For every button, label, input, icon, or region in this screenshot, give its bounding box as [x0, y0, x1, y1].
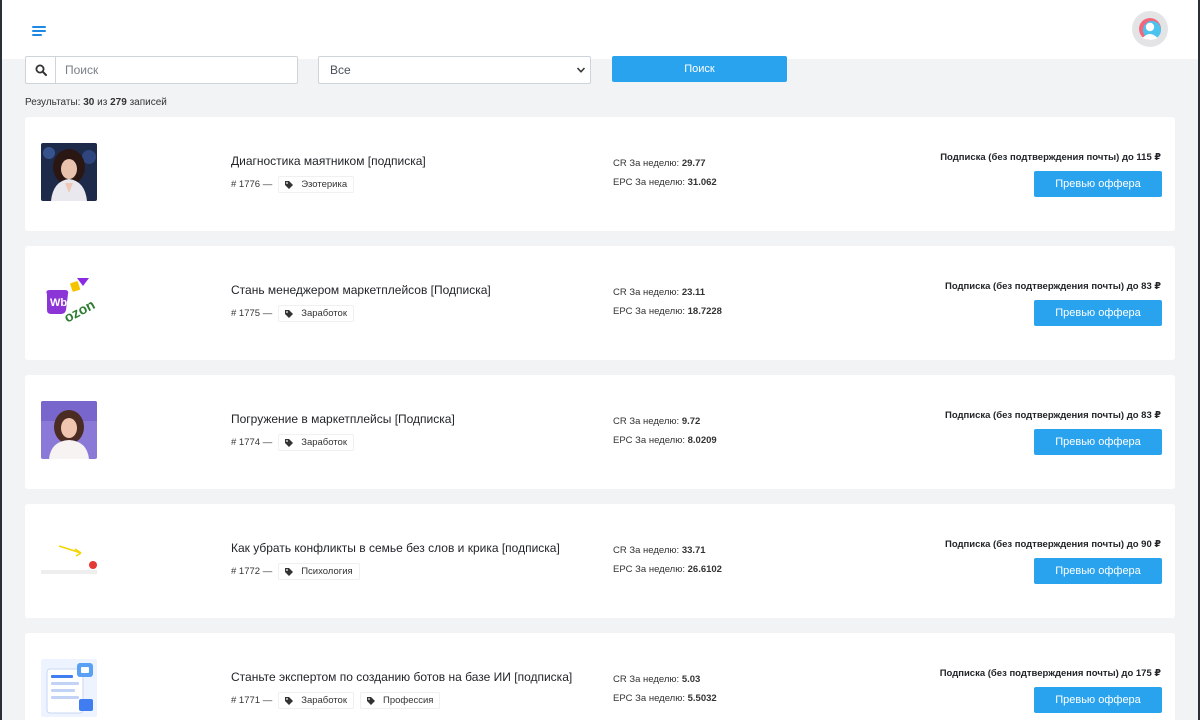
offer-meta: # 1776 — Эзотерика: [231, 176, 355, 193]
preview-offer-button[interactable]: Превью оффера: [1034, 429, 1162, 455]
offer-card: Wb ozon Стань менеджером маркетплейсов […: [25, 246, 1175, 360]
offer-tag[interactable]: Заработок: [278, 305, 354, 322]
cr-stat: CR За неделю: 29.77: [613, 158, 706, 169]
offer-thumbnail: [41, 143, 97, 201]
app-frame: Все Поиск Результаты: 30 из 279 записей …: [2, 0, 1198, 720]
hamburger-menu-icon[interactable]: [32, 24, 48, 38]
offer-meta: # 1772 — Психология: [231, 563, 360, 580]
offer-title[interactable]: Стань менеджером маркетплейсов [Подписка…: [231, 283, 491, 297]
offer-id: # 1776: [231, 179, 261, 190]
offer-thumbnail: [41, 401, 97, 459]
offer-meta: # 1774 — Заработок: [231, 434, 354, 451]
offer-meta: # 1771 — Заработок Профессия: [231, 692, 441, 709]
offer-card: Диагностика маятником [подписка] # 1776 …: [25, 117, 1175, 231]
preview-offer-button[interactable]: Превью оффера: [1034, 171, 1162, 197]
epc-stat: EPC За неделю: 8.0209: [613, 435, 717, 446]
preview-offer-button[interactable]: Превью оффера: [1034, 687, 1162, 713]
offer-meta: # 1775 — Заработок: [231, 305, 354, 322]
preview-offer-button[interactable]: Превью оффера: [1034, 558, 1162, 584]
category-select-value: Все: [330, 63, 351, 77]
category-select[interactable]: Все: [318, 56, 591, 84]
offer-tag[interactable]: Заработок: [278, 434, 354, 451]
payout-text: Подписка (без подтверждения почты) до 83…: [944, 410, 1161, 421]
cr-stat: CR За неделю: 9.72: [613, 416, 701, 427]
search-icon[interactable]: [26, 57, 56, 83]
offer-card: Как убрать конфликты в семье без слов и …: [25, 504, 1175, 618]
tag-icon: [285, 180, 294, 189]
tag-icon: [285, 567, 294, 576]
offer-thumbnail: Wb ozon: [41, 272, 97, 330]
epc-stat: EPC За неделю: 26.6102: [613, 564, 722, 575]
offer-id: # 1774: [231, 437, 261, 448]
user-avatar-icon[interactable]: [1132, 11, 1168, 47]
epc-stat: EPC За неделю: 18.7228: [613, 306, 722, 317]
epc-stat: EPC За неделю: 5.5032: [613, 693, 717, 704]
offer-thumbnail: [41, 530, 97, 588]
search-button[interactable]: Поиск: [612, 56, 787, 82]
search-input[interactable]: [56, 57, 297, 83]
offer-id: # 1772: [231, 566, 261, 577]
offer-tag[interactable]: Эзотерика: [278, 176, 355, 193]
offer-title[interactable]: Диагностика маятником [подписка]: [231, 154, 426, 168]
results-count: Результаты: 30 из 279 записей: [25, 97, 167, 108]
cr-stat: CR За неделю: 23.11: [613, 287, 706, 298]
epc-stat: EPC За неделю: 31.062: [613, 177, 717, 188]
chevron-down-icon: [576, 67, 586, 73]
offer-thumbnail: [41, 659, 97, 717]
cr-stat: CR За неделю: 5.03: [613, 674, 701, 685]
cr-stat: CR За неделю: 33.71: [613, 545, 706, 556]
payout-text: Подписка (без подтверждения почты) до 17…: [939, 668, 1161, 679]
payout-text: Подписка (без подтверждения почты) до 83…: [944, 281, 1161, 292]
offer-title[interactable]: Станьте экспертом по созданию ботов на б…: [231, 670, 572, 684]
offer-id: # 1771: [231, 695, 261, 706]
offer-card: Погружение в маркетплейсы [Подписка] # 1…: [25, 375, 1175, 489]
search-field: [25, 56, 298, 84]
payout-text: Подписка (без подтверждения почты) до 90…: [944, 539, 1161, 550]
offer-tag[interactable]: Психология: [278, 563, 360, 580]
tag-icon: [367, 696, 375, 705]
logo-wb-text: Wb: [50, 297, 67, 309]
offer-tag[interactable]: Профессия: [360, 692, 441, 709]
tag-icon: [285, 696, 294, 705]
payout-text: Подписка (без подтверждения почты) до 11…: [940, 152, 1161, 163]
offer-title[interactable]: Как убрать конфликты в семье без слов и …: [231, 541, 560, 555]
top-navbar: [2, 0, 1198, 59]
offer-id: # 1775: [231, 308, 261, 319]
offer-title[interactable]: Погружение в маркетплейсы [Подписка]: [231, 412, 455, 426]
preview-offer-button[interactable]: Превью оффера: [1034, 300, 1162, 326]
offer-tag[interactable]: Заработок: [278, 692, 354, 709]
offer-card: Станьте экспертом по созданию ботов на б…: [25, 633, 1175, 720]
tag-icon: [285, 309, 294, 318]
tag-icon: [285, 438, 294, 447]
